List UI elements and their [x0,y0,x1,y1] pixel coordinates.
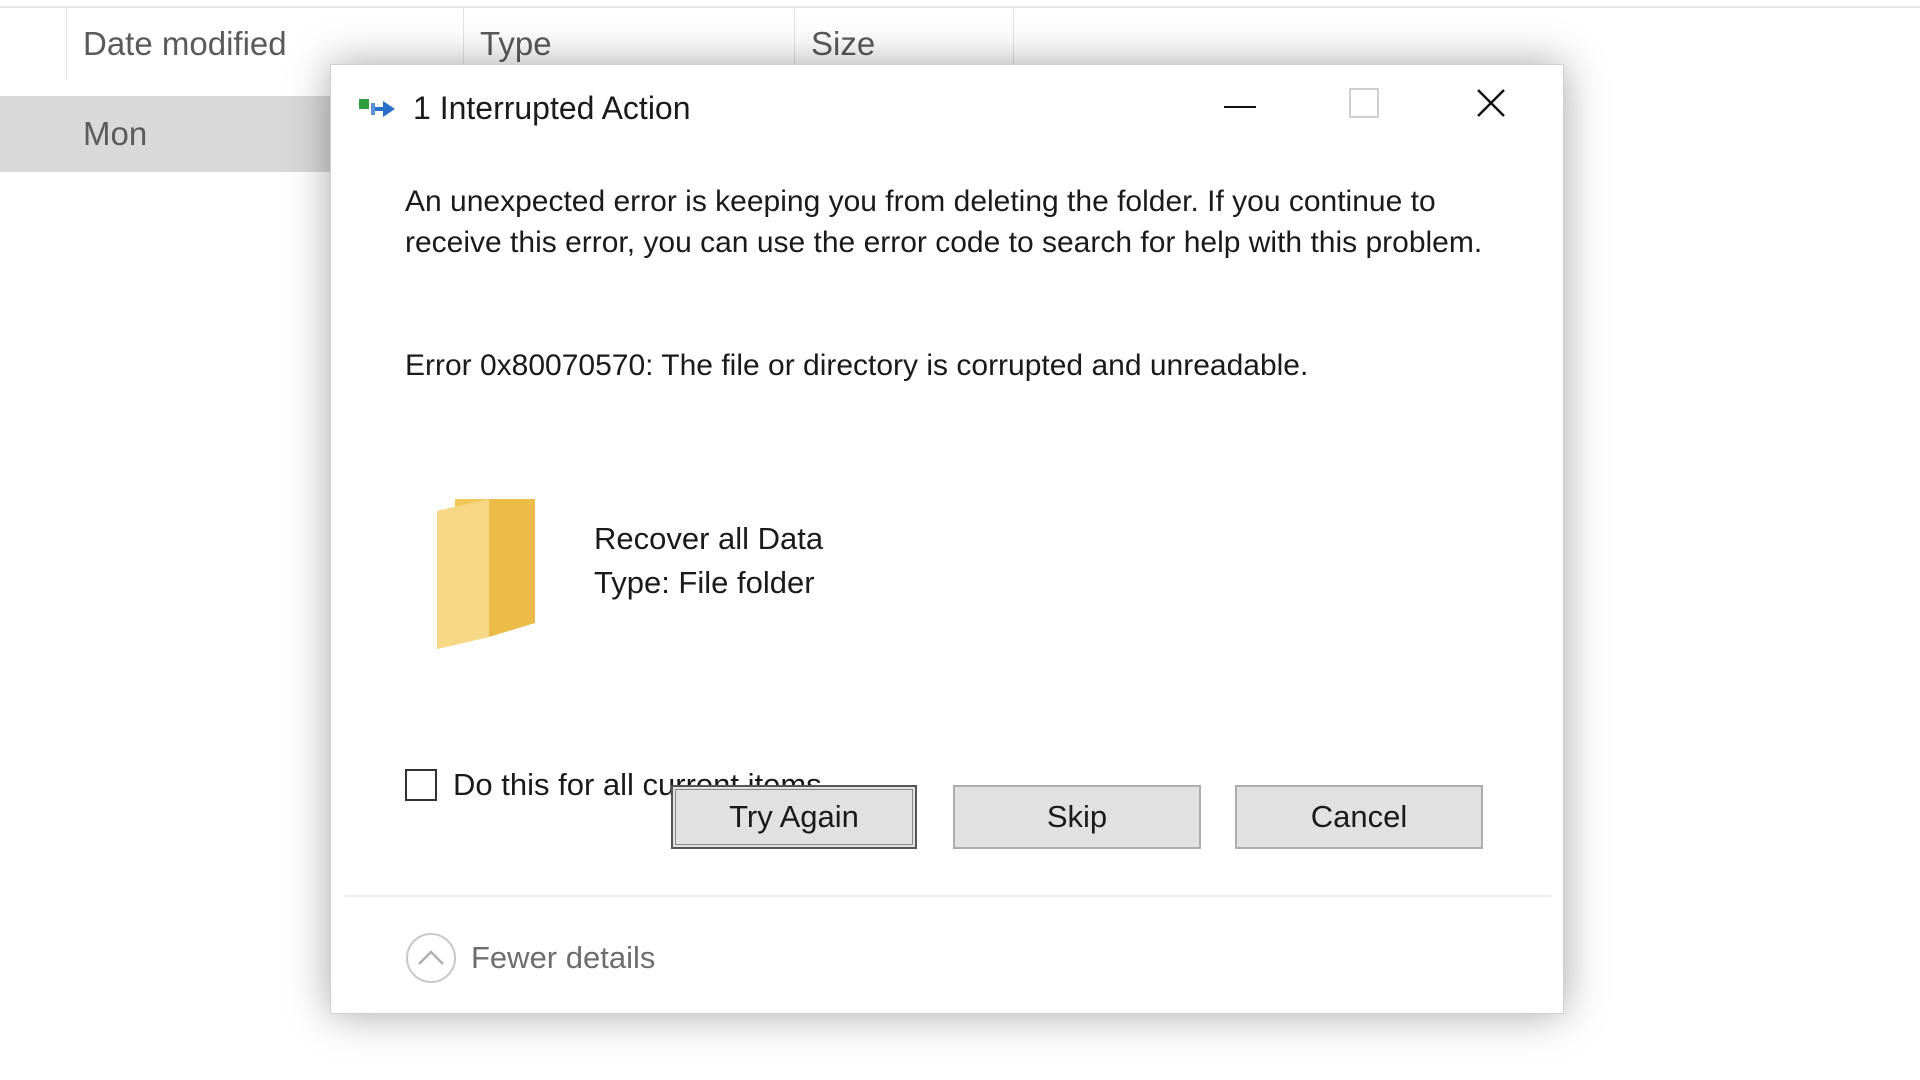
fewer-details-label[interactable]: Fewer details [471,940,655,976]
dialog-title: 1 Interrupted Action [413,90,691,126]
explorer-top-border [0,0,1920,8]
selected-file-row[interactable]: Mon [0,96,340,172]
maximize-icon [1349,87,1379,123]
fewer-details-toggle[interactable]: Fewer details [405,931,655,985]
chevron-up-icon[interactable] [405,932,457,984]
cancel-button[interactable]: Cancel [1235,785,1483,849]
error-code-line: Error 0x80070570: The file or directory … [405,349,1309,382]
dialog-titlebar[interactable]: 1 Interrupted Action [331,65,1563,151]
item-name: Recover all Data [594,521,824,556]
error-message: An unexpected error is keeping you from … [405,185,1483,259]
close-icon [1476,88,1506,123]
item-type: Type: File folder [594,565,815,600]
apply-to-all-checkbox[interactable] [405,769,437,801]
minimize-button[interactable] [1180,65,1300,145]
skip-button[interactable]: Skip [953,785,1201,849]
row-date-modified: Mon [83,115,148,152]
interrupted-action-dialog: 1 Interrupted Action An unexpected error… [330,64,1564,1014]
minimize-icon [1224,96,1256,114]
try-again-button[interactable]: Try Again [671,785,917,849]
file-move-icon [357,95,401,121]
close-button[interactable] [1431,65,1551,145]
details-divider [345,895,1551,897]
maximize-button [1304,65,1424,145]
folder-icon [429,497,539,651]
